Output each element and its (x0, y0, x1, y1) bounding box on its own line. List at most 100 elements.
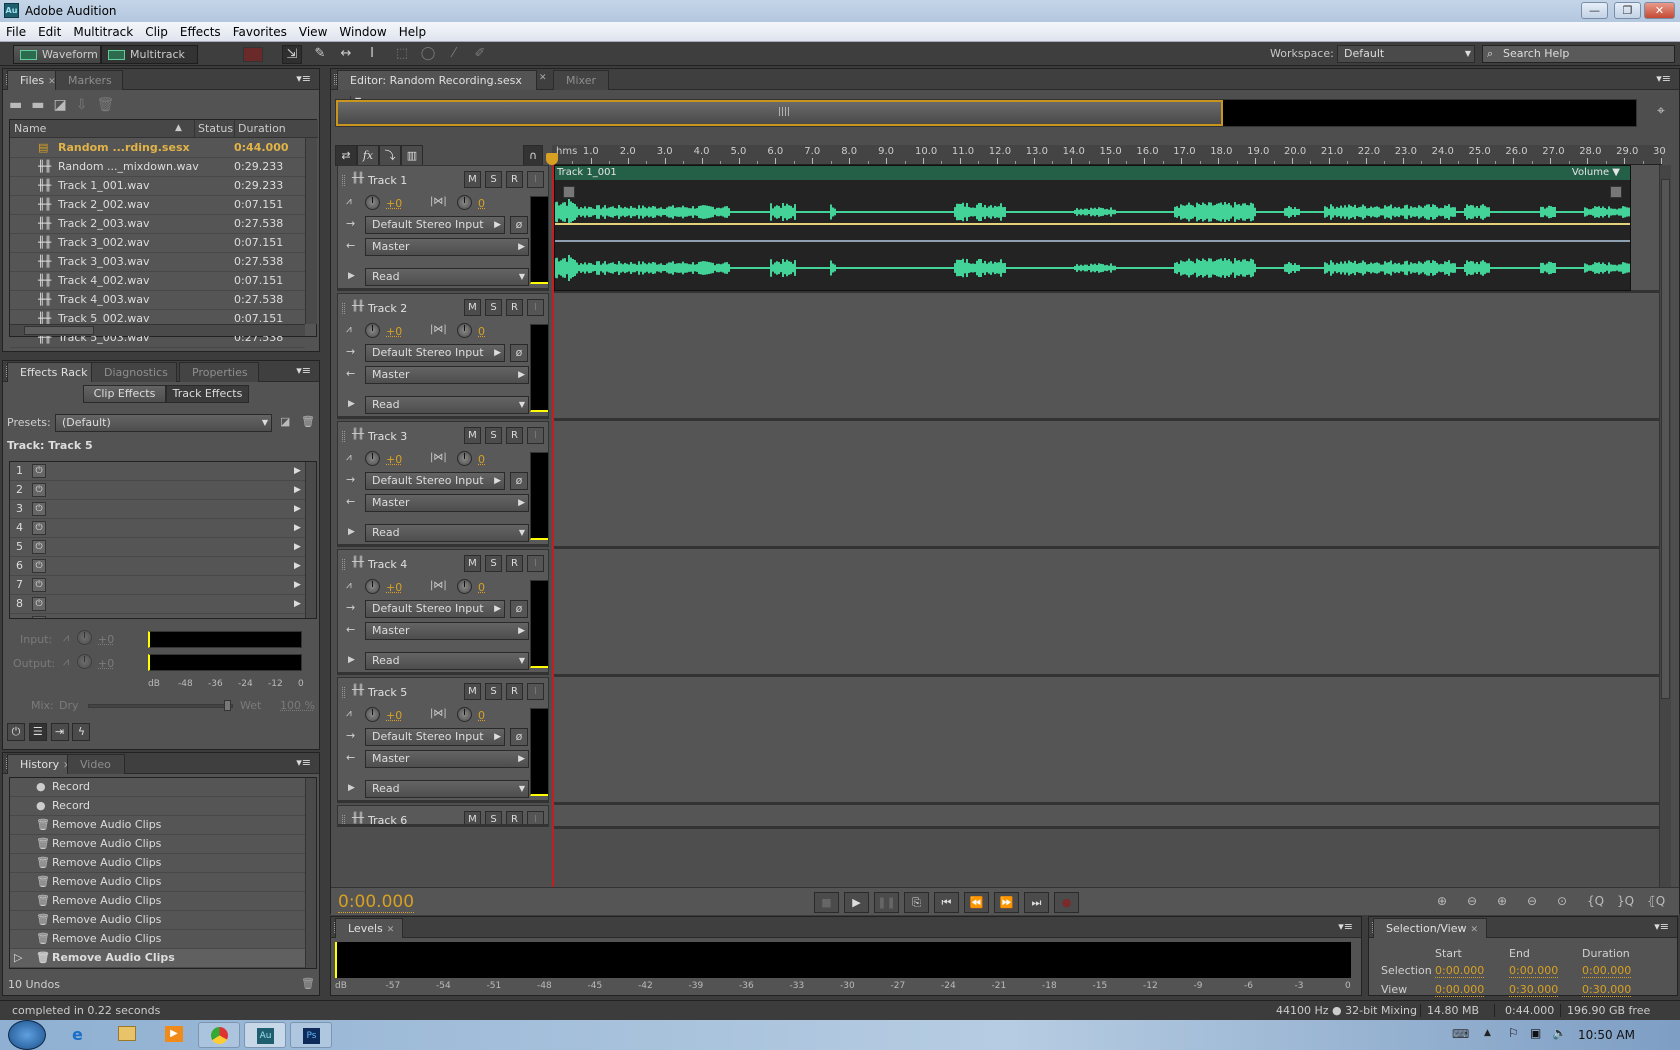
file-row[interactable]: ▤ Random ...rding.sesx 0:44.000 (10, 139, 305, 158)
phase-invert-icon[interactable]: ø (510, 472, 528, 490)
record-button[interactable]: R (506, 555, 523, 572)
play-icon[interactable]: ▶ (844, 892, 869, 913)
track-header[interactable]: ╫╫ Track 4 M S R I ⩘ +0 |⋈| 0 → Default Stereo Inpu… (337, 549, 549, 675)
history-item[interactable]: 🗑 Remove Audio Clips (10, 930, 305, 949)
taskbar-photoshop[interactable]: Ps (290, 1022, 332, 1048)
volume-value[interactable]: +0 (386, 581, 402, 594)
power-icon[interactable]: ⏻ (32, 616, 46, 618)
search-help-input[interactable]: ⌕ Search Help (1482, 45, 1675, 63)
track-lane[interactable] (554, 805, 1659, 829)
solo-button[interactable]: S (485, 171, 502, 188)
power-icon[interactable]: ⏻ (32, 597, 46, 611)
routing-icon[interactable]: ⇥ (50, 723, 69, 741)
track-output-dropdown[interactable]: Master ▶ (365, 750, 529, 768)
clip-parameter-dropdown[interactable]: Volume ▼ (1572, 166, 1620, 179)
automation-mode-dropdown[interactable]: Read ▼ (365, 652, 529, 670)
track-input-dropdown[interactable]: Default Stereo Input ▶ (365, 600, 505, 618)
track-effects-tab[interactable]: Track Effects (166, 385, 249, 403)
input-knob[interactable] (77, 630, 92, 645)
clock[interactable]: 10:50 AM (1578, 1028, 1635, 1042)
mix-slider[interactable] (88, 700, 233, 711)
go-to-end-icon[interactable]: ⏭ (1024, 892, 1049, 913)
save-preset-icon[interactable]: ◪ (280, 415, 290, 428)
razor-tool-icon[interactable]: ✎ (310, 45, 330, 64)
mix-slider-thumb[interactable] (224, 700, 231, 711)
tab-properties[interactable]: Properties (179, 362, 259, 382)
selection-duration[interactable]: 0:00.000 (1582, 964, 1632, 978)
lasso-tool-icon[interactable]: ◯ (418, 45, 438, 64)
tab-levels[interactable]: Levels ✕ (335, 918, 404, 938)
automation-mode-dropdown[interactable]: Read ▼ (365, 780, 529, 798)
restore-button[interactable]: ❐ (1614, 2, 1641, 19)
menu-window[interactable]: Window (333, 22, 392, 41)
mix-value[interactable]: 100 % (280, 699, 315, 712)
phase-invert-icon[interactable]: ø (510, 600, 528, 618)
multitrack-button[interactable]: Multitrack (101, 45, 198, 64)
mute-button[interactable]: M (464, 171, 481, 188)
view-end[interactable]: 0:30.000 (1509, 983, 1559, 997)
solo-button[interactable]: S (485, 427, 502, 444)
effects-icon[interactable]: fx (357, 145, 379, 166)
move-tool-icon[interactable]: ⇲ (282, 45, 302, 64)
history-item[interactable]: ▷ 🗑 Remove Audio Clips (10, 949, 305, 968)
track-input-dropdown[interactable]: Default Stereo Input ▶ (365, 216, 505, 234)
col-duration[interactable]: Duration (234, 120, 286, 137)
tab-video[interactable]: Video (67, 754, 125, 774)
effect-slot[interactable]: 9 ⏻ ▶ (10, 614, 305, 618)
record-button[interactable]: R (506, 683, 523, 700)
automation-mode-dropdown[interactable]: Read ▼ (365, 268, 529, 286)
presets-dropdown[interactable]: (Default) ▼ (55, 414, 272, 432)
tracks-scroll-thumb[interactable] (1661, 179, 1670, 699)
expand-automation-icon[interactable]: ▶ (348, 527, 355, 537)
power-icon[interactable]: ⏻ (7, 723, 25, 741)
audio-clip[interactable]: Track 1_001 Volume ▼ (554, 165, 1631, 291)
input-monitor-button[interactable]: I (527, 299, 544, 316)
spectral-display-icon[interactable] (243, 47, 263, 62)
pan-knob[interactable] (457, 195, 472, 210)
history-item[interactable]: 🗑 Remove Audio Clips (10, 816, 305, 835)
zoom-selection-out-icon[interactable]: }Q (1617, 894, 1634, 908)
delete-preset-icon[interactable]: 🗑 (301, 415, 315, 428)
power-icon[interactable]: ⏻ (32, 578, 46, 592)
pan-value[interactable]: 0 (478, 709, 485, 722)
tab-mixer[interactable]: Mixer (553, 70, 609, 90)
navigator-view-range[interactable]: |||| (336, 100, 1223, 126)
menu-favorites[interactable]: Favorites (227, 22, 293, 41)
zoom-in-amplitude-icon[interactable]: ⊕ (1437, 894, 1447, 908)
slot-menu-arrow-icon[interactable]: ▶ (294, 614, 301, 618)
power-icon[interactable]: ⏻ (32, 483, 46, 497)
pan-value[interactable]: 0 (478, 581, 485, 594)
volume-knob[interactable] (365, 323, 380, 338)
workspace-dropdown[interactable]: Default ▼ (1337, 45, 1475, 63)
effect-slot[interactable]: 3 ⏻ ▶ (10, 500, 305, 519)
close-button[interactable]: ✕ (1644, 2, 1675, 19)
solo-button[interactable]: S (485, 683, 502, 700)
input-monitor-button[interactable]: I (527, 683, 544, 700)
track-lane[interactable] (554, 421, 1659, 549)
tab-diagnostics[interactable]: Diagnostics (91, 362, 177, 382)
taskbar-chrome[interactable] (198, 1022, 240, 1048)
media-player-icon[interactable]: ▶ (165, 1026, 183, 1042)
minimize-button[interactable]: — (1581, 2, 1608, 19)
record-icon[interactable]: ● (1054, 892, 1079, 913)
tab-markers[interactable]: Markers (55, 70, 123, 90)
explorer-icon[interactable] (118, 1026, 136, 1041)
power-icon[interactable]: ⏻ (32, 502, 46, 516)
volume-icon[interactable]: 🔈 (1552, 1026, 1567, 1040)
action-center-flag-icon[interactable]: ⚐ (1508, 1026, 1519, 1040)
sends-icon[interactable]: ⤵ (379, 145, 401, 166)
track-name[interactable]: Track 3 (368, 430, 407, 443)
inputs-outputs-icon[interactable]: ⇄ (335, 145, 357, 166)
record-button[interactable]: R (506, 427, 523, 444)
track-name[interactable]: Track 5 (368, 686, 407, 699)
clip-header[interactable]: Track 1_001 Volume ▼ (555, 166, 1630, 180)
go-to-start-icon[interactable]: ⏮ (934, 892, 959, 913)
stop-icon[interactable]: ■ (814, 892, 839, 913)
clear-history-icon[interactable]: 🗑 (301, 977, 315, 990)
menu-help[interactable]: Help (393, 22, 432, 41)
solo-button[interactable]: S (485, 555, 502, 572)
open-file-icon[interactable]: ▬ (9, 97, 31, 113)
file-row[interactable]: ╫╫ Track 2_003.wav 0:27.538 (10, 215, 305, 234)
slot-menu-arrow-icon[interactable]: ▶ (294, 462, 301, 480)
pan-knob[interactable] (457, 323, 472, 338)
